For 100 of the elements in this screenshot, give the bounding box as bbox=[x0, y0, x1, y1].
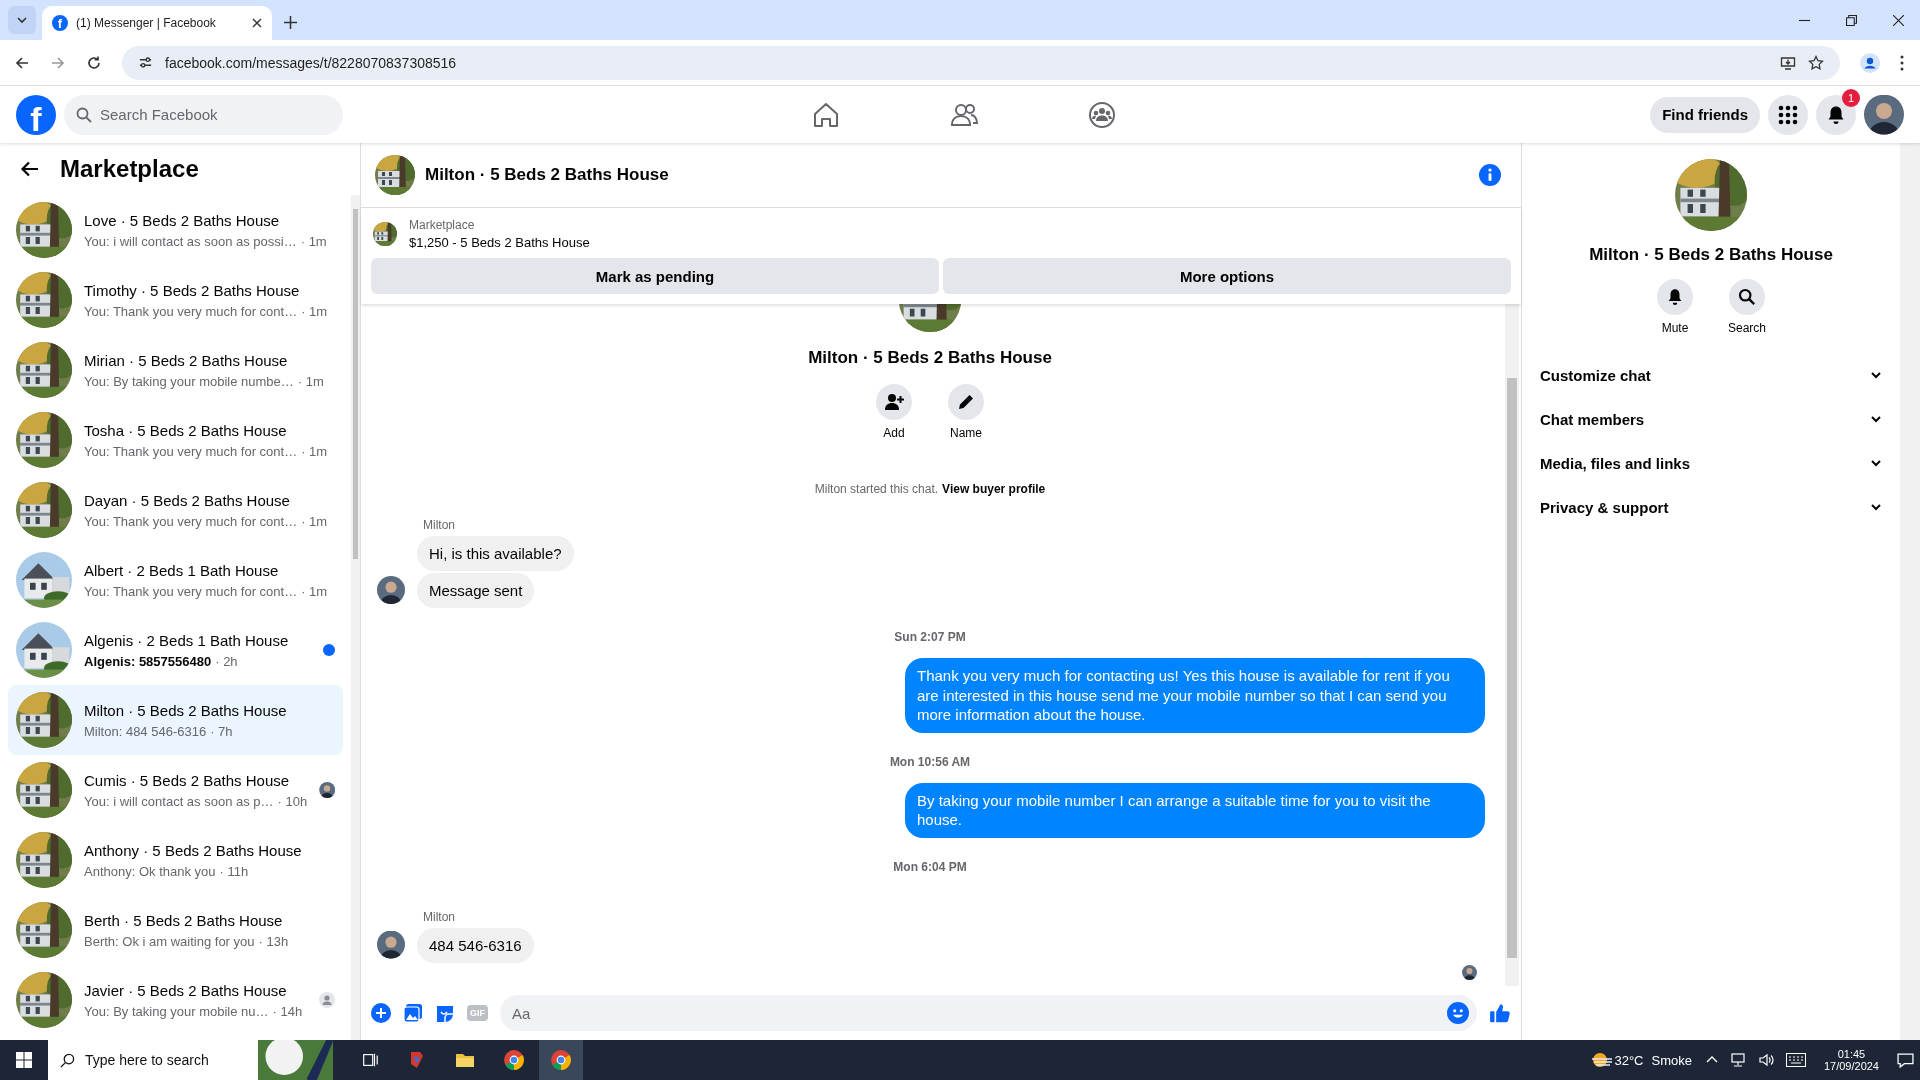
back-arrow-icon[interactable] bbox=[20, 159, 40, 179]
temperature-text: 32°C bbox=[1614, 1052, 1644, 1068]
weather-icon bbox=[1590, 1050, 1615, 1070]
edit-name-button[interactable] bbox=[948, 384, 984, 420]
mute-button[interactable] bbox=[1657, 279, 1693, 315]
sidebar-title: Marketplace bbox=[60, 155, 199, 183]
info-icon[interactable] bbox=[1479, 164, 1501, 186]
message-preview: Anthony: Ok thank you bbox=[84, 863, 216, 879]
plus-icon[interactable] bbox=[284, 16, 297, 29]
chrome-icon[interactable] bbox=[539, 1040, 583, 1080]
details-section[interactable]: Media, files and links bbox=[1530, 441, 1892, 485]
address-bar[interactable]: facebook.com/messages/t/8228070837308516 bbox=[122, 45, 1840, 80]
back-icon[interactable] bbox=[14, 54, 30, 71]
scrollbar[interactable] bbox=[1900, 143, 1920, 1040]
conversation-item[interactable]: Anthony · 5 Beds 2 Baths House Anthony: Ok thank you · 11h bbox=[8, 825, 344, 895]
conversation-title: Berth · 5 Beds 2 Baths House bbox=[84, 911, 284, 929]
message-preview: Berth: Ok i am waiting for you bbox=[84, 933, 255, 949]
listing-detail[interactable]: $1,250 - 5 Beds 2 Baths House bbox=[409, 235, 590, 250]
action-label: Mute bbox=[1661, 321, 1689, 335]
weather-text: Smoke bbox=[1651, 1052, 1692, 1068]
message-field[interactable]: Aa bbox=[500, 995, 1477, 1031]
tab-search-button[interactable] bbox=[8, 6, 36, 34]
notification-badge: 1 bbox=[1842, 88, 1860, 107]
taskbar-search-field[interactable]: Type here to search bbox=[48, 1040, 333, 1080]
star-icon[interactable] bbox=[1808, 54, 1824, 71]
groups-icon[interactable] bbox=[1088, 100, 1116, 129]
conversation-item[interactable]: Cumis · 5 Beds 2 Baths House You: i will contact as soon as p… · 10h bbox=[8, 755, 344, 825]
details-section[interactable]: Privacy & support bbox=[1530, 485, 1892, 529]
close-icon[interactable] bbox=[1893, 14, 1904, 26]
conversation-item[interactable]: Algenis · 2 Beds 1 Bath House Algenis: 5857556480 · 2h bbox=[8, 615, 344, 685]
conversation-item[interactable]: Tosha · 5 Beds 2 Baths House You: Thank you very much for cont… · 1m bbox=[8, 405, 344, 475]
install-icon[interactable] bbox=[1780, 54, 1796, 71]
conversation-title: Mirian · 5 Beds 2 Baths House bbox=[84, 351, 289, 369]
profile-icon[interactable] bbox=[1860, 52, 1880, 73]
conversation-item[interactable]: Mirian · 5 Beds 2 Baths House You: By taking your mobile numbe… · 1m bbox=[8, 335, 344, 405]
conversation-title: Javier · 5 Beds 2 Baths House bbox=[84, 981, 288, 999]
message-preview: You: Thank you very much for cont… bbox=[84, 513, 298, 529]
restore-icon[interactable] bbox=[1846, 14, 1857, 26]
tab-title: (1) Messenger | Facebook bbox=[76, 16, 217, 30]
details-section[interactable]: Customize chat bbox=[1530, 353, 1892, 397]
network-icon[interactable] bbox=[1729, 1052, 1746, 1068]
message-time: · 2h bbox=[215, 653, 238, 669]
scrollbar[interactable] bbox=[351, 195, 360, 1040]
conversation-item[interactable]: Dayan · 5 Beds 2 Baths House You: Thank you very much for cont… · 1m bbox=[8, 475, 344, 545]
close-icon[interactable] bbox=[252, 18, 262, 28]
message-preview: Algenis: 5857556480 bbox=[84, 653, 212, 669]
browser-tab[interactable]: f (1) Messenger | Facebook bbox=[42, 6, 272, 40]
reload-icon[interactable] bbox=[86, 54, 102, 71]
conversation-item[interactable]: Milton · 5 Beds 2 Baths House Milton: 484 546-6316 · 7h bbox=[8, 685, 344, 755]
caret-icon bbox=[16, 14, 28, 26]
conversation-title: Love · 5 Beds 2 Baths House bbox=[84, 211, 281, 229]
conversation-item[interactable]: Javier · 5 Beds 2 Baths House You: By taking your mobile nu… · 14h bbox=[8, 965, 344, 1035]
chrome-icon[interactable] bbox=[503, 1049, 525, 1071]
chevron-down-icon bbox=[1870, 501, 1882, 513]
bell-icon bbox=[1826, 104, 1846, 125]
task-view-icon[interactable] bbox=[361, 1051, 379, 1069]
thumbs-up-icon[interactable] bbox=[1489, 1002, 1511, 1024]
windows-icon[interactable] bbox=[16, 1052, 32, 1068]
message-time: · 13h bbox=[258, 933, 289, 949]
chat-title: Milton · 5 Beds 2 Baths House bbox=[425, 165, 669, 185]
scrollbar[interactable] bbox=[1505, 304, 1519, 986]
listing-action-button[interactable]: Mark as pending bbox=[371, 258, 939, 294]
view-buyer-profile-link[interactable]: View buyer profile bbox=[942, 482, 1046, 496]
notification-icon[interactable] bbox=[1897, 1051, 1914, 1069]
search-field[interactable]: Search Facebook bbox=[64, 94, 343, 135]
listing-action-button[interactable]: More options bbox=[943, 258, 1511, 294]
menu-button[interactable] bbox=[1768, 94, 1808, 135]
user-icon bbox=[319, 992, 336, 1008]
incoming-message: Message sent bbox=[417, 573, 535, 608]
conversation-item[interactable]: Albert · 2 Beds 1 Bath House You: Thank you very much for cont… · 1m bbox=[8, 545, 344, 615]
home-icon[interactable] bbox=[812, 100, 840, 129]
site-settings-icon[interactable] bbox=[138, 55, 153, 70]
message-time: · 1m bbox=[301, 583, 328, 599]
bell-icon bbox=[1666, 288, 1684, 306]
message-preview: You: By taking your mobile numbe… bbox=[84, 373, 294, 389]
details-section[interactable]: Chat members bbox=[1530, 397, 1892, 441]
notifications-button[interactable] bbox=[1816, 94, 1856, 135]
sticker-icon[interactable] bbox=[435, 1003, 455, 1023]
facebook-logo[interactable]: f bbox=[16, 94, 56, 135]
conversation-title: Cumis · 5 Beds 2 Baths House bbox=[84, 771, 291, 789]
search-icon bbox=[60, 1052, 75, 1068]
keyboard-icon[interactable] bbox=[1785, 1053, 1806, 1067]
message-preview: You: Thank you very much for cont… bbox=[84, 303, 298, 319]
emoji-icon[interactable] bbox=[1447, 1002, 1469, 1024]
volume-icon[interactable] bbox=[1757, 1052, 1774, 1068]
plus-icon[interactable] bbox=[371, 1003, 391, 1023]
listing-label: Marketplace bbox=[409, 218, 476, 232]
message-time: · 14h bbox=[272, 1003, 303, 1019]
find-friends-button[interactable]: Find friends bbox=[1650, 96, 1760, 133]
conversation-item[interactable]: Timothy · 5 Beds 2 Baths House You: Thank you very much for cont… · 1m bbox=[8, 265, 344, 335]
photo-icon[interactable] bbox=[403, 1003, 423, 1023]
message-time: · 1m bbox=[301, 443, 328, 459]
add-person-button[interactable] bbox=[876, 384, 912, 420]
search-button[interactable] bbox=[1729, 279, 1765, 315]
conversation-item[interactable]: Love · 5 Beds 2 Baths House You: i will contact as soon as possi… · 1m bbox=[8, 195, 344, 265]
message-preview: Milton: 484 546-6316 bbox=[84, 723, 207, 739]
forward-icon[interactable] bbox=[50, 54, 66, 71]
action-label: Add bbox=[883, 426, 905, 440]
menu-icon[interactable] bbox=[1900, 54, 1904, 71]
conversation-item[interactable]: Berth · 5 Beds 2 Baths House Berth: Ok i am waiting for you · 13h bbox=[8, 895, 344, 965]
